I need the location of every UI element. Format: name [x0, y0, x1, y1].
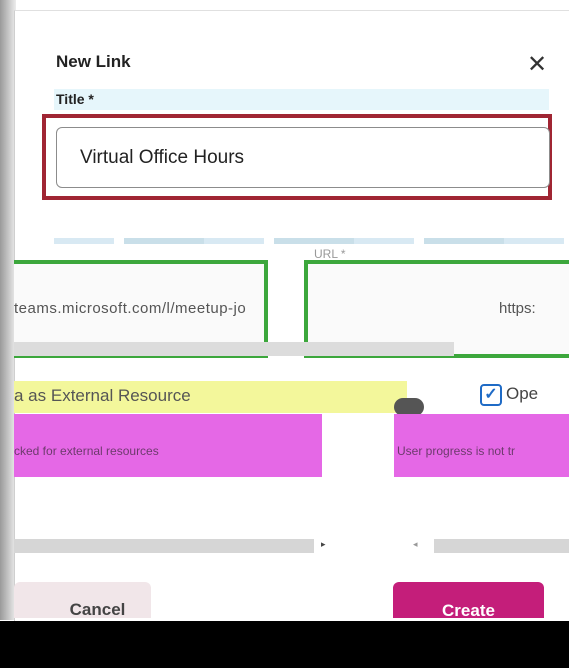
external-note-right: User progress is not tr: [397, 444, 516, 458]
cancel-button[interactable]: Cancel: [14, 582, 151, 618]
url-field-label: URL *: [314, 247, 346, 261]
horizontal-scrollbar-right[interactable]: [434, 539, 569, 553]
url-input-fragment[interactable]: teams.microsoft.com/l/meetup-jo: [14, 300, 246, 317]
dialog-title: New Link: [56, 52, 131, 71]
title-label-highlight: [54, 89, 549, 110]
close-icon[interactable]: ✕: [524, 52, 550, 78]
screen-bottom-black-bar: [0, 621, 569, 668]
distorted-bar: [14, 342, 454, 356]
title-field-label: Title *: [56, 91, 94, 107]
scroll-right-icon[interactable]: ▸: [321, 539, 326, 550]
scroll-left-icon[interactable]: ◂: [413, 539, 418, 550]
checkbox-check-icon[interactable]: ✓: [480, 384, 502, 406]
url-input-fragment-right[interactable]: https:: [499, 300, 536, 317]
external-note-left: cked for external resources: [14, 444, 159, 458]
distorted-form-area: URL * teams.microsoft.com/l/meetup-jo ht…: [14, 238, 569, 618]
horizontal-scrollbar-left[interactable]: [14, 539, 314, 553]
create-button[interactable]: Create: [393, 582, 544, 618]
open-new-window-label: Ope: [506, 384, 539, 403]
external-resource-label: a as External Resource: [14, 386, 191, 405]
title-input[interactable]: [56, 127, 550, 188]
distorted-strip: [54, 238, 569, 244]
